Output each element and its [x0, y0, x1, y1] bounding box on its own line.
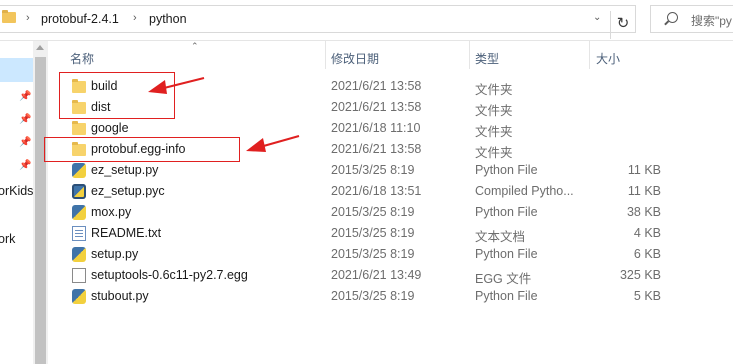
compiled-python-icon — [72, 184, 86, 199]
chevron-down-icon[interactable]: ⌄ — [593, 12, 601, 23]
file-type: EGG 文件 — [475, 272, 532, 286]
sort-ascending-icon: ⌃ — [191, 41, 199, 51]
file-size: 325 KB — [619, 268, 661, 282]
file-date: 2021/6/21 13:58 — [331, 79, 422, 93]
column-divider[interactable] — [589, 41, 590, 69]
breadcrumb-protobuf[interactable]: protobuf-2.4.1 — [41, 12, 119, 26]
folder-icon — [2, 10, 16, 23]
folder-icon — [72, 121, 86, 135]
pin-icon[interactable]: 📌 — [19, 138, 31, 148]
file-type: 文件夹 — [475, 125, 513, 139]
file-type: 文本文档 — [475, 230, 526, 244]
file-name: google — [91, 121, 129, 135]
file-date: 2021/6/21 13:49 — [331, 268, 422, 282]
egg-file-icon — [72, 268, 86, 283]
file-type: Python File — [475, 247, 538, 261]
breadcrumb-separator[interactable]: › — [26, 12, 30, 24]
file-date: 2015/3/25 8:19 — [331, 226, 415, 240]
column-header-size[interactable]: 大小 — [596, 50, 620, 67]
file-name: ez_setup.pyc — [91, 184, 165, 198]
search-icon — [667, 12, 678, 23]
file-size: 4 KB — [633, 226, 661, 240]
file-type: Python File — [475, 163, 538, 177]
annotation-box — [44, 137, 240, 162]
file-type: Python File — [475, 289, 538, 303]
file-date: 2015/3/25 8:19 — [331, 163, 415, 177]
python-file-icon — [72, 247, 86, 262]
file-name: ez_setup.py — [91, 163, 159, 177]
scroll-up-icon[interactable] — [36, 45, 44, 50]
python-file-icon — [72, 163, 86, 178]
scrollbar-thumb[interactable] — [35, 57, 46, 364]
column-headers: ⌃ 名称 修改日期 类型 大小 — [48, 41, 733, 69]
refresh-icon[interactable]: ↻ — [610, 11, 635, 39]
address-box[interactable]: › protobuf-2.4.1 › python ⌄ ↻ — [0, 5, 636, 39]
file-row-stubout-py[interactable]: stubout.py 2015/3/25 8:19 Python File 5 … — [48, 286, 733, 307]
file-size: 5 KB — [633, 289, 661, 303]
file-date: 2021/6/21 13:58 — [331, 142, 422, 156]
file-date: 2021/6/18 11:10 — [331, 121, 421, 135]
file-list-scrollbar[interactable] — [719, 41, 733, 364]
column-divider[interactable] — [469, 41, 470, 69]
column-divider[interactable] — [325, 41, 326, 69]
file-size: 11 KB — [627, 163, 661, 177]
annotation-arrow — [246, 135, 300, 152]
python-file-icon — [72, 205, 86, 220]
address-bar: › protobuf-2.4.1 › python ⌄ ↻ 搜索"py — [0, 0, 733, 41]
file-name: setup.py — [91, 247, 139, 261]
text-file-icon — [72, 226, 86, 241]
file-size: 38 KB — [626, 205, 661, 219]
file-name: setuptools-0.6c11-py2.7.egg — [91, 268, 248, 282]
file-date: 2015/3/25 8:19 — [331, 205, 415, 219]
search-input[interactable]: 搜索"py — [650, 5, 733, 33]
column-header-date[interactable]: 修改日期 — [331, 50, 379, 67]
pin-icon[interactable]: 📌 — [19, 115, 31, 125]
python-file-icon — [72, 289, 86, 304]
nav-item-selected[interactable] — [0, 58, 33, 82]
file-row-setuptools-egg[interactable]: setuptools-0.6c11-py2.7.egg 2021/6/21 13… — [48, 265, 733, 286]
file-name: README.txt — [91, 226, 162, 240]
file-date: 2021/6/21 13:58 — [331, 100, 422, 114]
pin-icon[interactable]: 📌 — [19, 92, 31, 102]
file-row-mox-py[interactable]: mox.py 2015/3/25 8:19 Python File 38 KB — [48, 202, 733, 223]
file-date: 2015/3/25 8:19 — [331, 247, 415, 261]
annotation-arrow — [148, 77, 205, 94]
search-placeholder: 搜索"py — [691, 14, 732, 28]
breadcrumb-python[interactable]: python — [149, 12, 187, 26]
file-size: 11 KB — [627, 184, 661, 198]
nav-item-label[interactable]: ork — [0, 232, 15, 246]
file-row-setup-py[interactable]: setup.py 2015/3/25 8:19 Python File 6 KB — [48, 244, 733, 265]
nav-item-label[interactable]: orKids — [0, 184, 33, 198]
file-size: 6 KB — [633, 247, 661, 261]
file-row-ez-setup-py[interactable]: ez_setup.py 2015/3/25 8:19 Python File 1… — [48, 160, 733, 181]
pin-icon[interactable]: 📌 — [19, 161, 31, 171]
file-row-ez-setup-pyc[interactable]: ez_setup.pyc 2021/6/18 13:51 Compiled Py… — [48, 181, 733, 202]
file-row-readme-txt[interactable]: README.txt 2015/3/25 8:19 文本文档 4 KB — [48, 223, 733, 244]
file-row-google[interactable]: google 2021/6/18 11:10 文件夹 — [48, 118, 733, 139]
file-type: Compiled Pytho... — [475, 184, 574, 198]
file-type: Python File — [475, 205, 538, 219]
file-type: 文件夹 — [475, 104, 513, 118]
file-date: 2015/3/25 8:19 — [331, 289, 415, 303]
file-type: 文件夹 — [475, 146, 513, 160]
column-header-name[interactable]: 名称 — [70, 50, 94, 67]
column-header-type[interactable]: 类型 — [475, 50, 499, 67]
nav-scrollbar[interactable] — [33, 41, 48, 364]
breadcrumb-separator[interactable]: › — [133, 12, 137, 24]
file-name: mox.py — [91, 205, 132, 219]
file-date: 2021/6/18 13:51 — [331, 184, 422, 198]
navigation-pane: 📌 📌 📌 📌 orKids ork — [0, 41, 33, 364]
file-type: 文件夹 — [475, 83, 513, 97]
file-name: stubout.py — [91, 289, 149, 303]
